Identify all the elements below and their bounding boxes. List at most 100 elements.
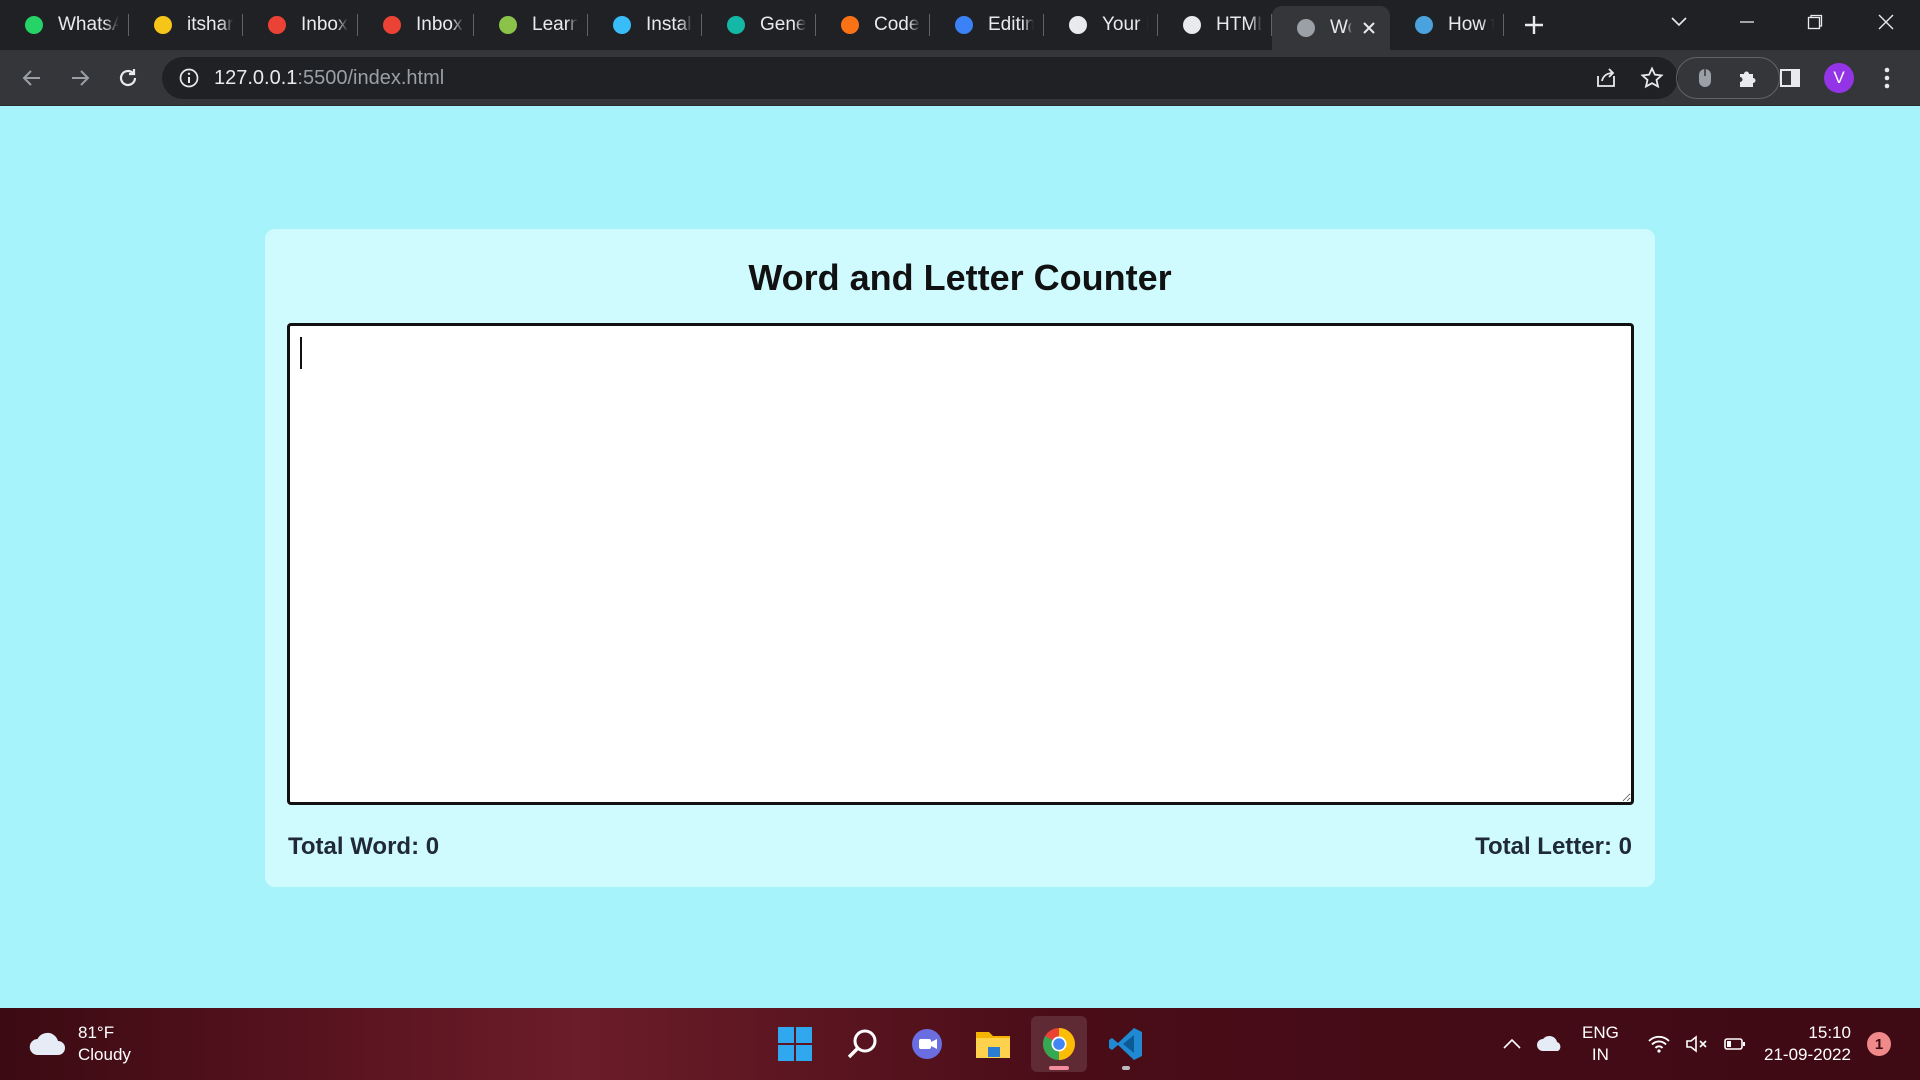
- tab-title: Coder: [874, 14, 920, 35]
- vscode-taskbar-button[interactable]: [1098, 1016, 1154, 1072]
- system-status-group[interactable]: [1647, 1008, 1747, 1080]
- tab-title: Inbox (: [416, 14, 464, 35]
- puzzle-icon[interactable]: [1736, 66, 1760, 90]
- windows-logo-icon: [778, 1027, 812, 1061]
- tab-strip: WhatsApp itsharvi Inbox - Inbox ( Learn c Ins…: [0, 0, 1920, 50]
- info-icon[interactable]: [178, 67, 200, 89]
- arrow-right-icon: [72, 69, 90, 86]
- minimize-button[interactable]: [1713, 0, 1781, 44]
- tailwind-icon: [610, 13, 634, 37]
- restore-icon: [1807, 14, 1823, 30]
- new-tab-button[interactable]: [1514, 5, 1554, 45]
- browser-tab[interactable]: Learn c: [474, 0, 588, 50]
- menu-button[interactable]: [1866, 57, 1908, 99]
- battery-icon: [1724, 1038, 1745, 1050]
- video-chat-icon: [912, 1029, 942, 1059]
- chevron-up-icon: [1503, 1038, 1521, 1049]
- onedrive-button[interactable]: [1536, 1008, 1564, 1080]
- gmail-icon: [380, 13, 404, 37]
- extension-mouse-icon[interactable]: [1696, 66, 1714, 90]
- region-code: IN: [1591, 1045, 1609, 1064]
- close-tab-icon[interactable]: [1358, 17, 1380, 39]
- diamond-icon: [724, 13, 748, 37]
- tab-title: Your R: [1102, 14, 1148, 35]
- restore-button[interactable]: [1781, 0, 1849, 44]
- browser-tab[interactable]: How to: [1390, 0, 1504, 50]
- browser-tab[interactable]: itsharvi: [129, 0, 243, 50]
- tab-title: itsharvi: [187, 14, 233, 35]
- word-count-display: Total Word: 0: [288, 833, 439, 861]
- tab-list: WhatsApp itsharvi Inbox - Inbox ( Learn c Ins…: [0, 0, 1504, 50]
- github-icon: [1066, 13, 1090, 37]
- browser-tab[interactable]: Editing: [930, 0, 1044, 50]
- text-caret: [300, 337, 302, 369]
- back-button[interactable]: [8, 54, 56, 102]
- browser-tab[interactable]: Genera: [702, 0, 816, 50]
- notification-badge: 1: [1867, 1032, 1891, 1056]
- side-panel-button[interactable]: [1769, 57, 1811, 99]
- close-window-button[interactable]: [1852, 0, 1920, 44]
- notification-center-button[interactable]: 1: [1867, 1008, 1891, 1080]
- file-explorer-button[interactable]: [965, 1016, 1021, 1072]
- language-indicator[interactable]: ENG IN: [1582, 1008, 1619, 1080]
- tab-title: WhatsApp: [58, 14, 119, 35]
- tab-title: Inbox -: [301, 14, 348, 35]
- browser-tab[interactable]: Wo: [1272, 6, 1390, 50]
- active-app-indicator: [1049, 1066, 1069, 1070]
- arrow-left-icon: [22, 69, 40, 86]
- profile-button[interactable]: V: [1818, 57, 1860, 99]
- letter-count-label: Total Letter:: [1475, 833, 1619, 860]
- tab-title: Editing: [988, 14, 1034, 35]
- search-button[interactable]: [834, 1016, 890, 1072]
- letter-count-value: 0: [1618, 833, 1632, 860]
- globe-icon: [1294, 16, 1318, 40]
- clock-button[interactable]: 15:10 21-09-2022: [1764, 1008, 1851, 1080]
- close-icon: [1878, 14, 1894, 30]
- share-icon[interactable]: [1594, 66, 1618, 90]
- url-text: 127.0.0.1:5500/index.html: [214, 66, 445, 89]
- chrome-taskbar-button[interactable]: [1031, 1016, 1087, 1072]
- chevron-down-icon: [1671, 17, 1687, 27]
- forward-button[interactable]: [56, 54, 104, 102]
- running-app-indicator: [1122, 1066, 1130, 1070]
- weather-description: Cloudy: [78, 1045, 131, 1064]
- word-count-label: Total Word:: [288, 833, 426, 860]
- letter-count-display: Total Letter: 0: [1475, 833, 1632, 861]
- browser-tab[interactable]: Inbox -: [243, 0, 358, 50]
- browser-tab[interactable]: Installa: [588, 0, 702, 50]
- browser-tab[interactable]: Inbox (: [358, 0, 474, 50]
- browser-tab[interactable]: Coder: [816, 0, 930, 50]
- counter-card: Word and Letter Counter Total Word: 0 To…: [265, 229, 1655, 887]
- folder-icon: [976, 1032, 1010, 1058]
- cloud-icon: [29, 1032, 66, 1056]
- plus-icon: [1525, 16, 1543, 34]
- code-play-icon: [496, 13, 520, 37]
- browser-tab[interactable]: HTMLE: [1158, 0, 1272, 50]
- bookmark-star-icon[interactable]: [1640, 66, 1664, 90]
- tab-search-button[interactable]: [1645, 0, 1713, 44]
- browser-tab[interactable]: WhatsApp: [0, 0, 129, 50]
- m-logo-icon: [1180, 13, 1204, 37]
- weather-widget[interactable]: 81°F Cloudy: [28, 1022, 131, 1066]
- teams-chat-button[interactable]: [900, 1016, 956, 1072]
- whatsapp-icon: [22, 13, 46, 37]
- weather-temperature: 81°F: [78, 1023, 115, 1042]
- text-input-area[interactable]: [287, 323, 1634, 805]
- tab-title: How to: [1448, 14, 1494, 35]
- address-bar[interactable]: 127.0.0.1:5500/index.html: [162, 57, 1678, 99]
- word-count-value: 0: [425, 833, 440, 860]
- start-button[interactable]: [767, 1016, 823, 1072]
- browser-tab[interactable]: Your R: [1044, 0, 1158, 50]
- editor-icon: [952, 13, 976, 37]
- tab-title: Genera: [760, 14, 806, 35]
- braces-icon: [838, 13, 862, 37]
- tab-separator: [1503, 14, 1504, 36]
- edge-icon: [1412, 13, 1436, 37]
- minimize-icon: [1740, 21, 1754, 23]
- side-panel-icon: [1780, 69, 1800, 87]
- reload-button[interactable]: [104, 54, 152, 102]
- browser-toolbar: 127.0.0.1:5500/index.html V: [0, 50, 1920, 106]
- page-title: Word and Letter Counter: [748, 257, 1172, 298]
- tab-title: Installa: [646, 14, 692, 35]
- show-hidden-icons-button[interactable]: [1502, 1008, 1522, 1080]
